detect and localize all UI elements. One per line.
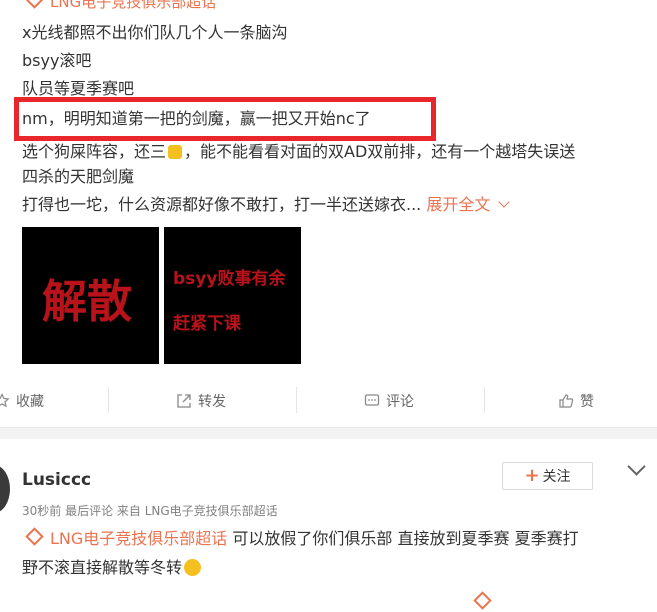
star-icon: [0, 393, 10, 408]
feed-separator: [0, 427, 657, 439]
like-button[interactable]: 赞: [558, 383, 594, 419]
image-2-text-line2: 赶紧下课: [173, 314, 241, 334]
post1-action-bar: 收藏 转发 评论 赞: [0, 383, 657, 419]
follow-button[interactable]: + 关注: [502, 462, 593, 490]
action-divider: [484, 387, 485, 413]
laughing-emoji-icon: [184, 559, 202, 576]
emoji-icon: [168, 145, 183, 159]
forward-button[interactable]: 转发: [176, 383, 226, 419]
post1-topic-link[interactable]: LNG电子竞技俱乐部超话: [22, 0, 216, 12]
post2-meta: 30秒前 最后评论 来自 LNG电子竞技俱乐部超话: [22, 504, 278, 518]
action-divider: [296, 387, 297, 413]
supertopic-diamond-icon: [473, 591, 492, 610]
image-2-text-line1: bsyy败事有余: [173, 269, 286, 289]
comment-button[interactable]: 评论: [364, 383, 414, 419]
post2-username[interactable]: Lusiccc: [22, 470, 91, 490]
chevron-down-icon: [498, 196, 511, 208]
post2-text-line-1: LNG电子竞技俱乐部超话 可以放假了你们俱乐部 直接放到夏季赛 夏季赛打: [22, 527, 579, 550]
more-options-chevron-icon[interactable]: [627, 457, 646, 476]
post1-text-line-1: x光线都照不出你们队几个人一条脑沟: [22, 23, 288, 42]
post2-text-line-2: 野不滚直接解散等冬转: [22, 557, 202, 579]
post1-image-2[interactable]: bsyy败事有余 赶紧下课: [164, 227, 301, 364]
action-divider: [108, 387, 109, 413]
comment-icon: [364, 394, 380, 406]
collect-button[interactable]: 收藏: [0, 383, 44, 419]
plus-icon: +: [524, 465, 540, 486]
thumbs-up-icon: [559, 394, 574, 408]
avatar[interactable]: [0, 465, 10, 513]
supertopic-diamond-icon: [25, 527, 44, 546]
post1-text-line-7: 打得也一坨，什么资源都好像不敢打，打一半还送嫁衣... 展开全文: [22, 194, 511, 216]
red-highlight-box: [14, 97, 436, 141]
forward-icon: [177, 394, 191, 408]
post1-text-line-2: bsyy滚吧: [22, 51, 92, 70]
supertopic-diamond-icon: [25, 0, 44, 9]
expand-full-text-link[interactable]: 展开全文: [426, 195, 511, 214]
post1-text-line-6: 四杀的天肥剑魔: [22, 167, 135, 186]
post3-topic-link[interactable]: [470, 591, 498, 612]
post2-topic-link[interactable]: LNG电子竞技俱乐部超话: [22, 527, 227, 548]
post1-image-1[interactable]: 解散: [22, 227, 159, 364]
image-1-text: 解散: [42, 275, 133, 328]
post1-text-line-5: 选个狗屎阵容，还三 ，能不能看看对面的双AD双前排，还有一个越塔失误送: [22, 142, 576, 161]
